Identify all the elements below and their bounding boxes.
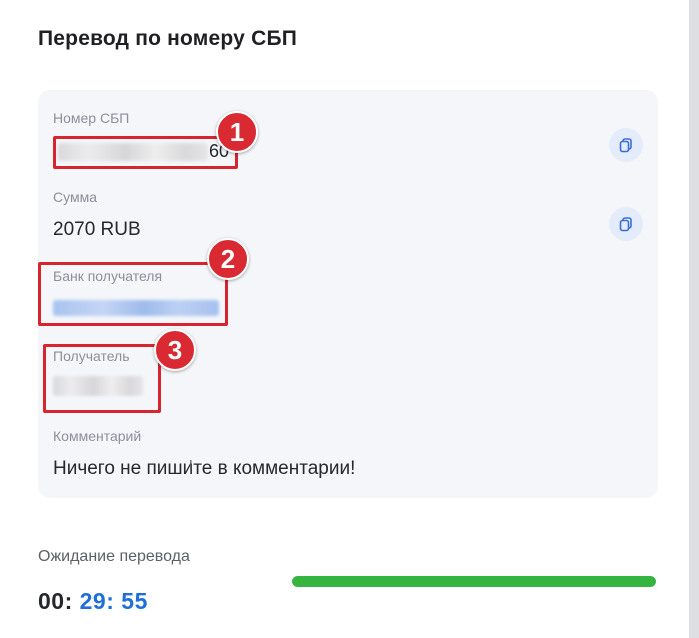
annotation-box-2 bbox=[38, 262, 228, 326]
timer-minutes-seconds: 29: 55 bbox=[72, 588, 148, 614]
annotation-box-1 bbox=[53, 136, 238, 169]
annotation-number-1: 1 bbox=[216, 111, 258, 153]
progress-bar-fill bbox=[292, 576, 656, 587]
scrollbar-track[interactable] bbox=[689, 0, 699, 638]
copy-sbp-number-button[interactable] bbox=[609, 128, 643, 162]
comment-label: Комментарий bbox=[53, 428, 142, 444]
comment-value: Ничего не пишите в комментарии! bbox=[53, 458, 356, 479]
page: Перевод по номеру СБП Номер СБП 60 Сумма… bbox=[0, 0, 689, 638]
progress-bar bbox=[292, 576, 656, 587]
timer-hours: 00: bbox=[38, 588, 73, 614]
copy-icon bbox=[619, 217, 632, 232]
countdown-timer: 00: 29: 55 bbox=[38, 588, 148, 615]
annotation-number-2: 2 bbox=[207, 238, 249, 280]
page-title: Перевод по номеру СБП bbox=[38, 27, 298, 50]
copy-amount-button[interactable] bbox=[609, 207, 643, 241]
annotation-box-3 bbox=[43, 344, 161, 413]
waiting-label: Ожидание перевода bbox=[38, 548, 190, 565]
text-cursor-icon: I bbox=[189, 457, 193, 472]
amount-value: 2070 RUB bbox=[53, 219, 141, 240]
amount-label: Сумма bbox=[53, 189, 97, 205]
copy-icon bbox=[619, 138, 632, 153]
sbp-number-label: Номер СБП bbox=[53, 110, 130, 126]
annotation-number-3: 3 bbox=[154, 329, 196, 371]
